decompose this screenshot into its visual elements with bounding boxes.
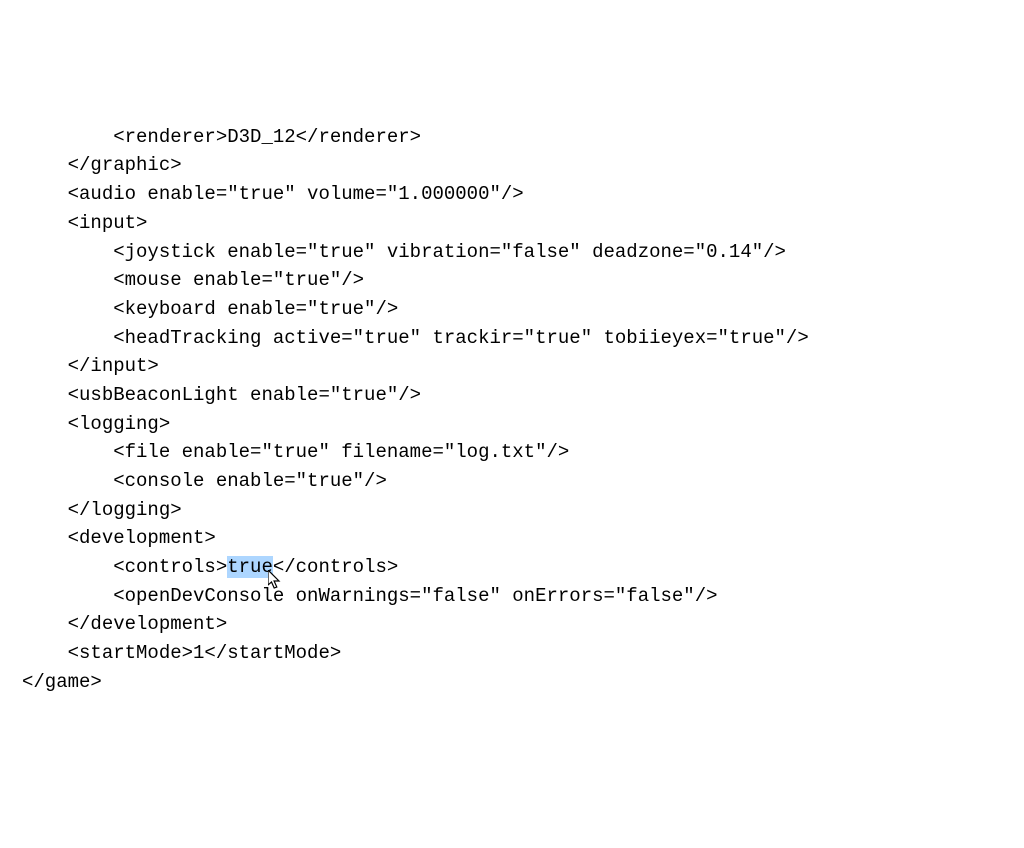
code-line: <keyboard enable="true"/> xyxy=(22,295,1024,324)
code-line: </game> xyxy=(22,668,1024,697)
code-line: <headTracking active="true" trackir="tru… xyxy=(22,324,1024,353)
code-text: </controls> xyxy=(273,556,398,578)
code-line: <openDevConsole onWarnings="false" onErr… xyxy=(22,582,1024,611)
code-line: </development> xyxy=(22,610,1024,639)
code-line: <logging> xyxy=(22,410,1024,439)
code-line: <file enable="true" filename="log.txt"/> xyxy=(22,438,1024,467)
code-line: <input> xyxy=(22,209,1024,238)
code-line: <mouse enable="true"/> xyxy=(22,266,1024,295)
code-line: <development> xyxy=(22,524,1024,553)
code-line: <console enable="true"/> xyxy=(22,467,1024,496)
code-text: <controls> xyxy=(22,556,227,578)
code-line: <startMode>1</startMode> xyxy=(22,639,1024,668)
code-line: <usbBeaconLight enable="true"/> xyxy=(22,381,1024,410)
code-line: </logging> xyxy=(22,496,1024,525)
code-line: </graphic> xyxy=(22,151,1024,180)
code-line: <audio enable="true" volume="1.000000"/> xyxy=(22,180,1024,209)
xml-editor[interactable]: <renderer>D3D_12</renderer> </graphic> <… xyxy=(22,123,1024,697)
code-line: </input> xyxy=(22,352,1024,381)
code-line: <renderer>D3D_12</renderer> xyxy=(22,123,1024,152)
code-line: <joystick enable="true" vibration="false… xyxy=(22,238,1024,267)
selected-text[interactable]: true xyxy=(227,556,273,578)
code-line: <controls>true</controls> xyxy=(22,553,1024,582)
